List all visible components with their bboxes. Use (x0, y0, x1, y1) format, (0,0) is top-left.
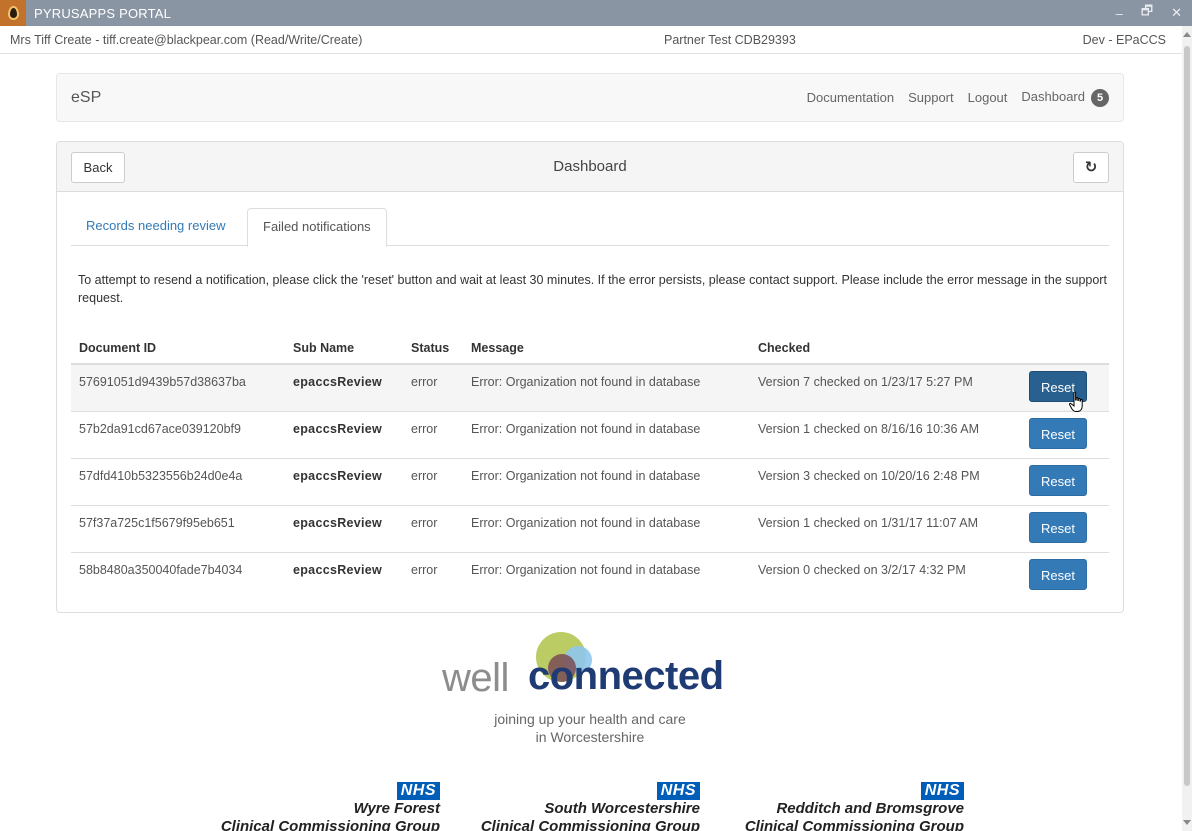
sub-name: epaccsReview (285, 410, 403, 458)
ccg-subtitle: Clinical Commissioning Group (744, 818, 964, 831)
status: error (403, 504, 463, 552)
checked: Version 1 checked on 8/16/16 10:36 AM (750, 410, 1000, 458)
logo-tagline: joining up your health and care in Worce… (440, 710, 740, 746)
instructions-text: To attempt to resend a notification, ple… (78, 273, 1107, 305)
nhs-logo: NHS (920, 782, 964, 800)
status: error (403, 551, 463, 599)
sub-name: epaccsReview (285, 457, 403, 505)
checked: Version 1 checked on 1/31/17 11:07 AM (750, 504, 1000, 552)
column-header: Checked (750, 332, 1000, 365)
top-navbar: eSP Documentation Support Logout Dashboa… (56, 73, 1124, 122)
brand-link[interactable]: eSP (71, 89, 101, 107)
reset-button[interactable]: Reset (1029, 558, 1087, 590)
checked: Version 0 checked on 3/2/17 4:32 PM (750, 551, 1000, 599)
nav-links: Documentation Support Logout Dashboard 5 (807, 74, 1109, 121)
message: Error: Organization not found in databas… (463, 551, 750, 599)
column-header (1000, 332, 1109, 365)
document-id: 57dfd410b5323556b24d0e4a (71, 457, 285, 505)
document-id: 58b8480a350040fade7b4034 (71, 551, 285, 599)
logo-text-connected: connected (528, 654, 724, 698)
logo-text-well: well (442, 656, 509, 700)
table-row: 57b2da91cd67ace039120bf9 epaccsReview er… (71, 410, 1109, 458)
checked: Version 7 checked on 1/23/17 5:27 PM (750, 363, 1000, 411)
hand-pointer-icon (1069, 391, 1083, 412)
ccg-subtitle: Clinical Commissioning Group (480, 818, 700, 831)
sub-name: epaccsReview (285, 363, 403, 411)
panel-heading: Back Dashboard ↻ (57, 142, 1123, 192)
app-logo-icon (0, 0, 26, 26)
nav-support-link[interactable]: Support (908, 90, 954, 105)
nav-logout-link[interactable]: Logout (968, 90, 1008, 105)
refresh-button[interactable]: ↻ (1073, 152, 1109, 183)
column-header: Document ID (71, 332, 285, 365)
window-titlebar: PYRUSAPPS PORTAL – 🗗 ✕ (0, 0, 1192, 26)
close-icon[interactable]: ✕ (1171, 5, 1182, 21)
restore-icon[interactable]: 🗗 (1141, 2, 1153, 24)
nav-dashboard-link[interactable]: Dashboard 5 (1021, 88, 1109, 107)
ccg-subtitle: Clinical Commissioning Group (220, 818, 440, 831)
panel-title: Dashboard (553, 158, 627, 175)
vertical-scrollbar[interactable] (1182, 26, 1192, 831)
dashboard-count-badge: 5 (1091, 88, 1109, 107)
reset-button[interactable]: Reset (1029, 511, 1087, 543)
document-id: 57b2da91cd67ace039120bf9 (71, 410, 285, 458)
table-row: 57691051d9439b57d38637ba epaccsReview er… (71, 363, 1109, 411)
window-controls: – 🗗 ✕ (1116, 0, 1182, 26)
current-user: Mrs Tiff Create - tiff.create@blackpear.… (10, 32, 363, 47)
nav-documentation-link[interactable]: Documentation (807, 90, 894, 105)
scroll-down-icon[interactable] (1183, 820, 1191, 825)
scroll-up-icon[interactable] (1183, 32, 1191, 37)
dashboard-panel: Back Dashboard ↻ Records needing review … (56, 141, 1124, 613)
reset-button[interactable]: Reset (1029, 464, 1087, 496)
nhs-ccg-south-worcestershire: NHS South Worcestershire Clinical Commis… (460, 782, 700, 831)
document-id: 57691051d9439b57d38637ba (71, 363, 285, 411)
message: Error: Organization not found in databas… (463, 457, 750, 505)
table-row: 58b8480a350040fade7b4034 epaccsReview er… (71, 551, 1109, 599)
minimize-icon[interactable]: – (1116, 6, 1123, 21)
tab-records-needing-review[interactable]: Records needing review (71, 208, 240, 246)
nhs-ccg-redditch-bromsgrove: NHS Redditch and Bromsgrove Clinical Com… (724, 782, 964, 831)
session-info-bar: Mrs Tiff Create - tiff.create@blackpear.… (0, 26, 1182, 54)
ccg-name: Wyre Forest (353, 800, 440, 817)
sub-name: epaccsReview (285, 504, 403, 552)
tab-bar: Records needing review Failed notificati… (71, 208, 1109, 247)
column-header: Message (463, 332, 750, 365)
message: Error: Organization not found in databas… (463, 363, 750, 411)
tagline-line-1: joining up your health and care (494, 711, 686, 727)
sub-name: epaccsReview (285, 551, 403, 599)
window-title: PYRUSAPPS PORTAL (34, 5, 172, 21)
tagline-line-2: in Worcestershire (535, 729, 645, 745)
status: error (403, 410, 463, 458)
status: error (403, 457, 463, 505)
partner-name: Partner Test CDB29393 (664, 32, 796, 47)
environment-name: Dev - EPaCCS (1082, 32, 1166, 47)
table-row: 57f37a725c1f5679f95eb651 epaccsReview er… (71, 504, 1109, 552)
nhs-logo: NHS (396, 782, 440, 800)
ccg-name: Redditch and Bromsgrove (776, 800, 964, 817)
tab-failed-notifications[interactable]: Failed notifications (247, 208, 387, 247)
nhs-logo: NHS (656, 782, 700, 800)
scrollbar-thumb[interactable] (1184, 46, 1190, 786)
checked: Version 3 checked on 10/20/16 2:48 PM (750, 457, 1000, 505)
table-row: 57dfd410b5323556b24d0e4a epaccsReview er… (71, 457, 1109, 505)
wellconnected-logo: well connected joining up your health an… (440, 630, 740, 750)
reset-button[interactable]: Reset (1029, 417, 1087, 449)
refresh-icon: ↻ (1084, 159, 1098, 176)
message: Error: Organization not found in databas… (463, 410, 750, 458)
column-header: Status (403, 332, 463, 365)
status: error (403, 363, 463, 411)
document-id: 57f37a725c1f5679f95eb651 (71, 504, 285, 552)
ccg-name: South Worcestershire (544, 800, 700, 817)
column-header: Sub Name (285, 332, 403, 365)
table-header-row: Document ID Sub Name Status Message Chec… (71, 332, 1109, 365)
failed-notifications-table: Document ID Sub Name Status Message Chec… (71, 332, 1109, 599)
nav-dashboard-label: Dashboard (1021, 88, 1085, 104)
message: Error: Organization not found in databas… (463, 504, 750, 552)
nhs-ccg-wyre-forest: NHS Wyre Forest Clinical Commissioning G… (200, 782, 440, 831)
